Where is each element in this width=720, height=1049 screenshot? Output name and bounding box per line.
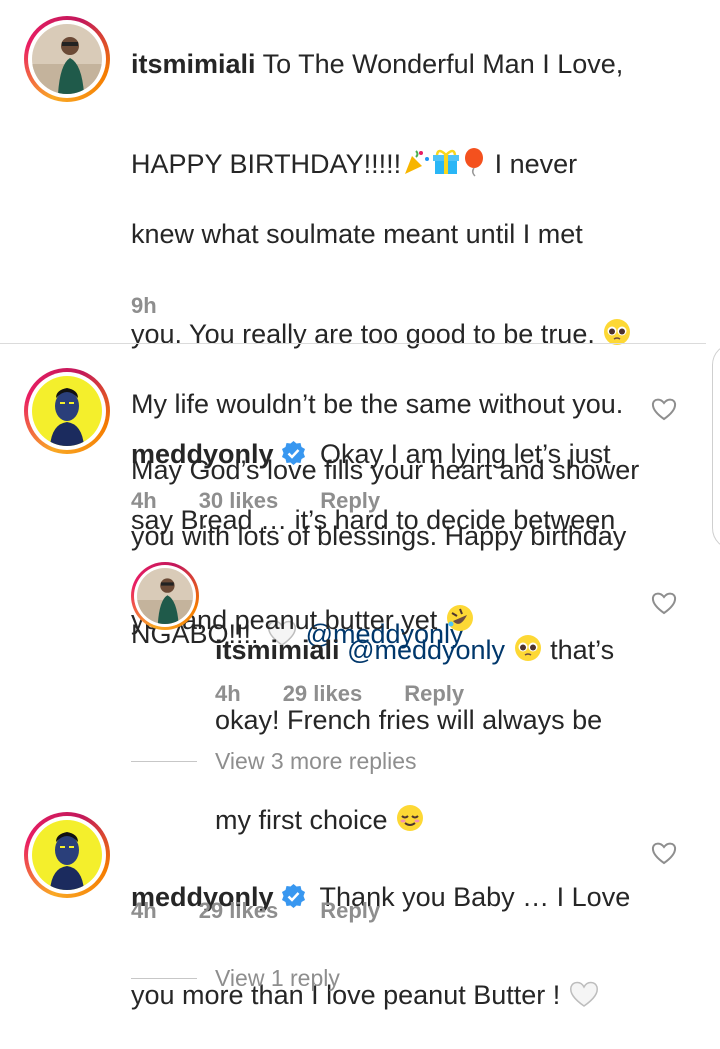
likes-count[interactable]: 29 likes bbox=[283, 681, 363, 707]
avatar-itsmimiali[interactable] bbox=[131, 562, 199, 630]
thread-line bbox=[131, 978, 197, 979]
verified-badge-icon bbox=[280, 407, 307, 465]
profile-photo-icon bbox=[32, 24, 102, 94]
likes-count[interactable]: 29 likes bbox=[199, 898, 279, 924]
divider bbox=[0, 343, 706, 344]
avatar-meddyonly[interactable] bbox=[24, 368, 110, 454]
comment-meta: 4h 30 likes Reply bbox=[131, 488, 422, 514]
profile-photo-icon bbox=[32, 376, 102, 446]
pleading-face-icon bbox=[513, 600, 543, 671]
caption-username[interactable]: itsmimiali bbox=[131, 49, 256, 79]
like-heart-icon[interactable] bbox=[651, 397, 677, 421]
avatar-meddyonly[interactable] bbox=[24, 812, 110, 898]
verified-badge-icon bbox=[280, 850, 307, 908]
side-panel-edge bbox=[712, 343, 720, 550]
comment-timestamp: 4h bbox=[131, 898, 157, 923]
reply-timestamp: 4h bbox=[215, 681, 241, 706]
profile-photo-icon bbox=[32, 820, 102, 890]
comment-meta: 4h 29 likes Reply bbox=[131, 898, 422, 924]
view-1-reply-button[interactable]: View 1 reply bbox=[131, 965, 340, 992]
comment-timestamp: 4h bbox=[131, 488, 157, 513]
comment-text: meddyonly Thank you Baby … I Love you mo… bbox=[131, 817, 651, 1049]
reply-username[interactable]: itsmimiali bbox=[215, 635, 340, 665]
view-more-replies-button[interactable]: View 3 more replies bbox=[131, 748, 417, 775]
reply-meta: 4h 29 likes Reply bbox=[215, 681, 506, 707]
avatar-itsmimiali[interactable] bbox=[24, 16, 110, 102]
reply-button[interactable]: Reply bbox=[404, 681, 464, 707]
caption-meta: 9h bbox=[131, 293, 199, 319]
caption-timestamp: 9h bbox=[131, 293, 157, 318]
reply-mention[interactable]: @meddyonly bbox=[347, 635, 505, 665]
reply-button[interactable]: Reply bbox=[320, 488, 380, 514]
party-popper-icon bbox=[401, 114, 431, 185]
profile-photo-icon bbox=[137, 568, 193, 624]
comment-username[interactable]: meddyonly bbox=[131, 439, 274, 469]
likes-count[interactable]: 30 likes bbox=[199, 488, 279, 514]
pleading-face-icon bbox=[602, 284, 632, 355]
thread-line bbox=[131, 761, 197, 762]
balloon-icon bbox=[461, 114, 487, 185]
gift-icon bbox=[431, 114, 461, 185]
like-heart-icon[interactable] bbox=[651, 591, 677, 615]
reply-button[interactable]: Reply bbox=[320, 898, 380, 924]
white-heart-icon bbox=[568, 947, 600, 1016]
like-heart-icon[interactable] bbox=[651, 841, 677, 865]
